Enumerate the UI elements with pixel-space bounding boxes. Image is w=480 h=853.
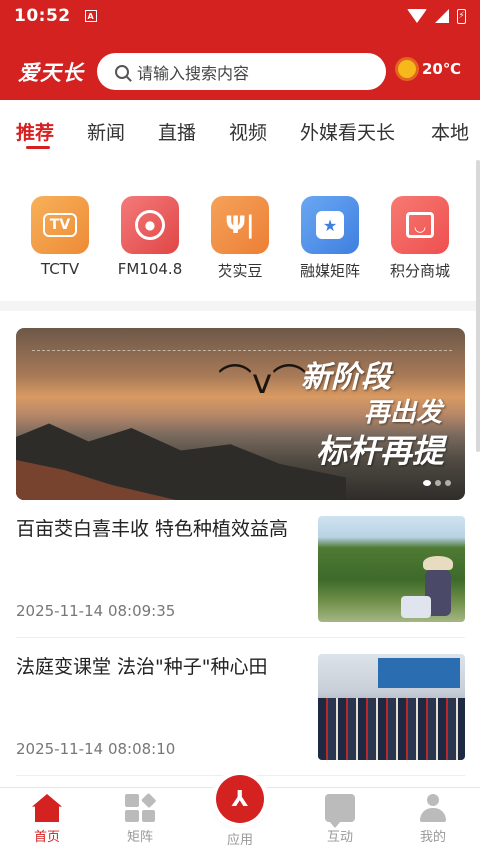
nav-label: 首页 (33, 830, 60, 845)
tab-local[interactable]: 本地 (431, 118, 469, 145)
nav-label-apps: 应用 (226, 833, 253, 848)
shortcut-media-matrix[interactable]: ★ 融媒矩阵 (290, 196, 370, 281)
carousel-dot (423, 480, 431, 486)
shortcut-label: 芡实豆 (217, 262, 263, 280)
battery-icon: ⚡ (457, 8, 466, 24)
news-title: 法庭变课堂 法治"种子"种心田 (16, 656, 268, 678)
carousel-dot (445, 480, 451, 486)
home-icon (32, 794, 62, 822)
shortcut-label: 积分商城 (389, 262, 450, 280)
section-divider (0, 301, 480, 311)
status-bar: 10:52 A ⚡ (0, 0, 480, 32)
nav-matrix[interactable]: 矩阵 (105, 792, 175, 845)
search-icon (115, 64, 129, 79)
apps-button[interactable]: ⅄ (216, 775, 264, 823)
thumb-detail (378, 658, 460, 688)
news-divider (16, 637, 465, 638)
app-logo: 爱天长 (18, 60, 84, 85)
tv-icon: TV (31, 196, 89, 254)
carousel-dots (423, 480, 451, 486)
status-time: 10:52 (14, 6, 71, 26)
apps-icon: ⅄ (231, 786, 249, 812)
signal-icon (435, 9, 449, 23)
news-item[interactable]: 百亩茭白喜丰收 特色种植效益高 2025-11-14 08:09:35 (16, 516, 465, 624)
shortcut-qianshidou[interactable]: Ψ| 芡实豆 (200, 196, 280, 281)
chat-icon (325, 794, 355, 828)
app-header: 10:52 A ⚡ 爱天长 请输入搜索内容 20℃ (0, 0, 480, 100)
scrollbar[interactable] (476, 160, 480, 452)
shortcut-tctv[interactable]: TV TCTV (20, 196, 100, 278)
utensils-icon: Ψ| (211, 196, 269, 254)
news-thumbnail (318, 516, 465, 622)
shortcut-grid: TV TCTV ● FM104.8 Ψ| 芡实豆 ★ 融媒矩阵 ◡ 积分商城 (0, 196, 480, 286)
news-item[interactable]: 法庭变课堂 法治"种子"种心田 2025-11-14 08:08:10 (16, 654, 465, 762)
thumb-detail (318, 698, 465, 760)
carousel-dot (435, 480, 441, 486)
news-time: 2025-11-14 08:08:10 (16, 740, 176, 758)
shortcut-fm[interactable]: ● FM104.8 (110, 196, 190, 278)
radio-icon: ● (121, 196, 179, 254)
banner-decoration (32, 350, 452, 351)
temperature: 20℃ (422, 60, 462, 78)
shortcut-label: 融媒矩阵 (299, 262, 360, 280)
shortcut-points-mall[interactable]: ◡ 积分商城 (380, 196, 460, 281)
user-icon (418, 794, 448, 822)
sun-icon (398, 60, 416, 78)
nav-home[interactable]: 首页 (12, 794, 82, 845)
nav-label: 我的 (419, 830, 446, 845)
nav-label: 矩阵 (126, 830, 153, 845)
shortcut-label: TCTV (40, 260, 80, 278)
shortcut-label: FM104.8 (117, 260, 183, 278)
eagle-icon: ⌒v⌒ (218, 362, 307, 402)
wifi-icon (407, 9, 427, 23)
active-tab-indicator (26, 146, 50, 149)
tab-foreign-media[interactable]: 外媒看天长 (300, 118, 395, 145)
search-input[interactable]: 请输入搜索内容 (97, 53, 386, 90)
star-badge-icon: ★ (301, 196, 359, 254)
news-title: 百亩茭白喜丰收 特色种植效益高 (16, 518, 289, 540)
nav-mine[interactable]: 我的 (398, 794, 468, 845)
notification-icon: A (84, 10, 97, 22)
tab-live[interactable]: 直播 (158, 118, 196, 145)
weather-widget[interactable]: 20℃ (398, 60, 461, 78)
search-placeholder: 请输入搜索内容 (137, 63, 250, 83)
tab-news[interactable]: 新闻 (87, 118, 125, 145)
thumb-detail (423, 556, 453, 570)
tab-video[interactable]: 视频 (229, 118, 267, 145)
news-time: 2025-11-14 08:09:35 (16, 602, 176, 620)
news-thumbnail (318, 654, 465, 760)
banner-headline-3: 标杆再提 (316, 432, 445, 470)
shopping-bag-icon: ◡ (391, 196, 449, 254)
thumb-detail (401, 596, 431, 618)
banner-headline-2: 再出发 (364, 398, 443, 428)
banner-carousel[interactable]: ⌒v⌒ 新阶段 再出发 标杆再提 (16, 328, 465, 500)
nav-interact[interactable]: 互动 (305, 794, 375, 845)
tab-recommend[interactable]: 推荐 (16, 118, 54, 145)
banner-headline-1: 新阶段 (301, 360, 391, 395)
channel-tabs: 推荐 新闻 直播 视频 外媒看天长 本地 (0, 100, 480, 156)
grid-icon (125, 792, 156, 822)
nav-label: 互动 (326, 830, 353, 845)
